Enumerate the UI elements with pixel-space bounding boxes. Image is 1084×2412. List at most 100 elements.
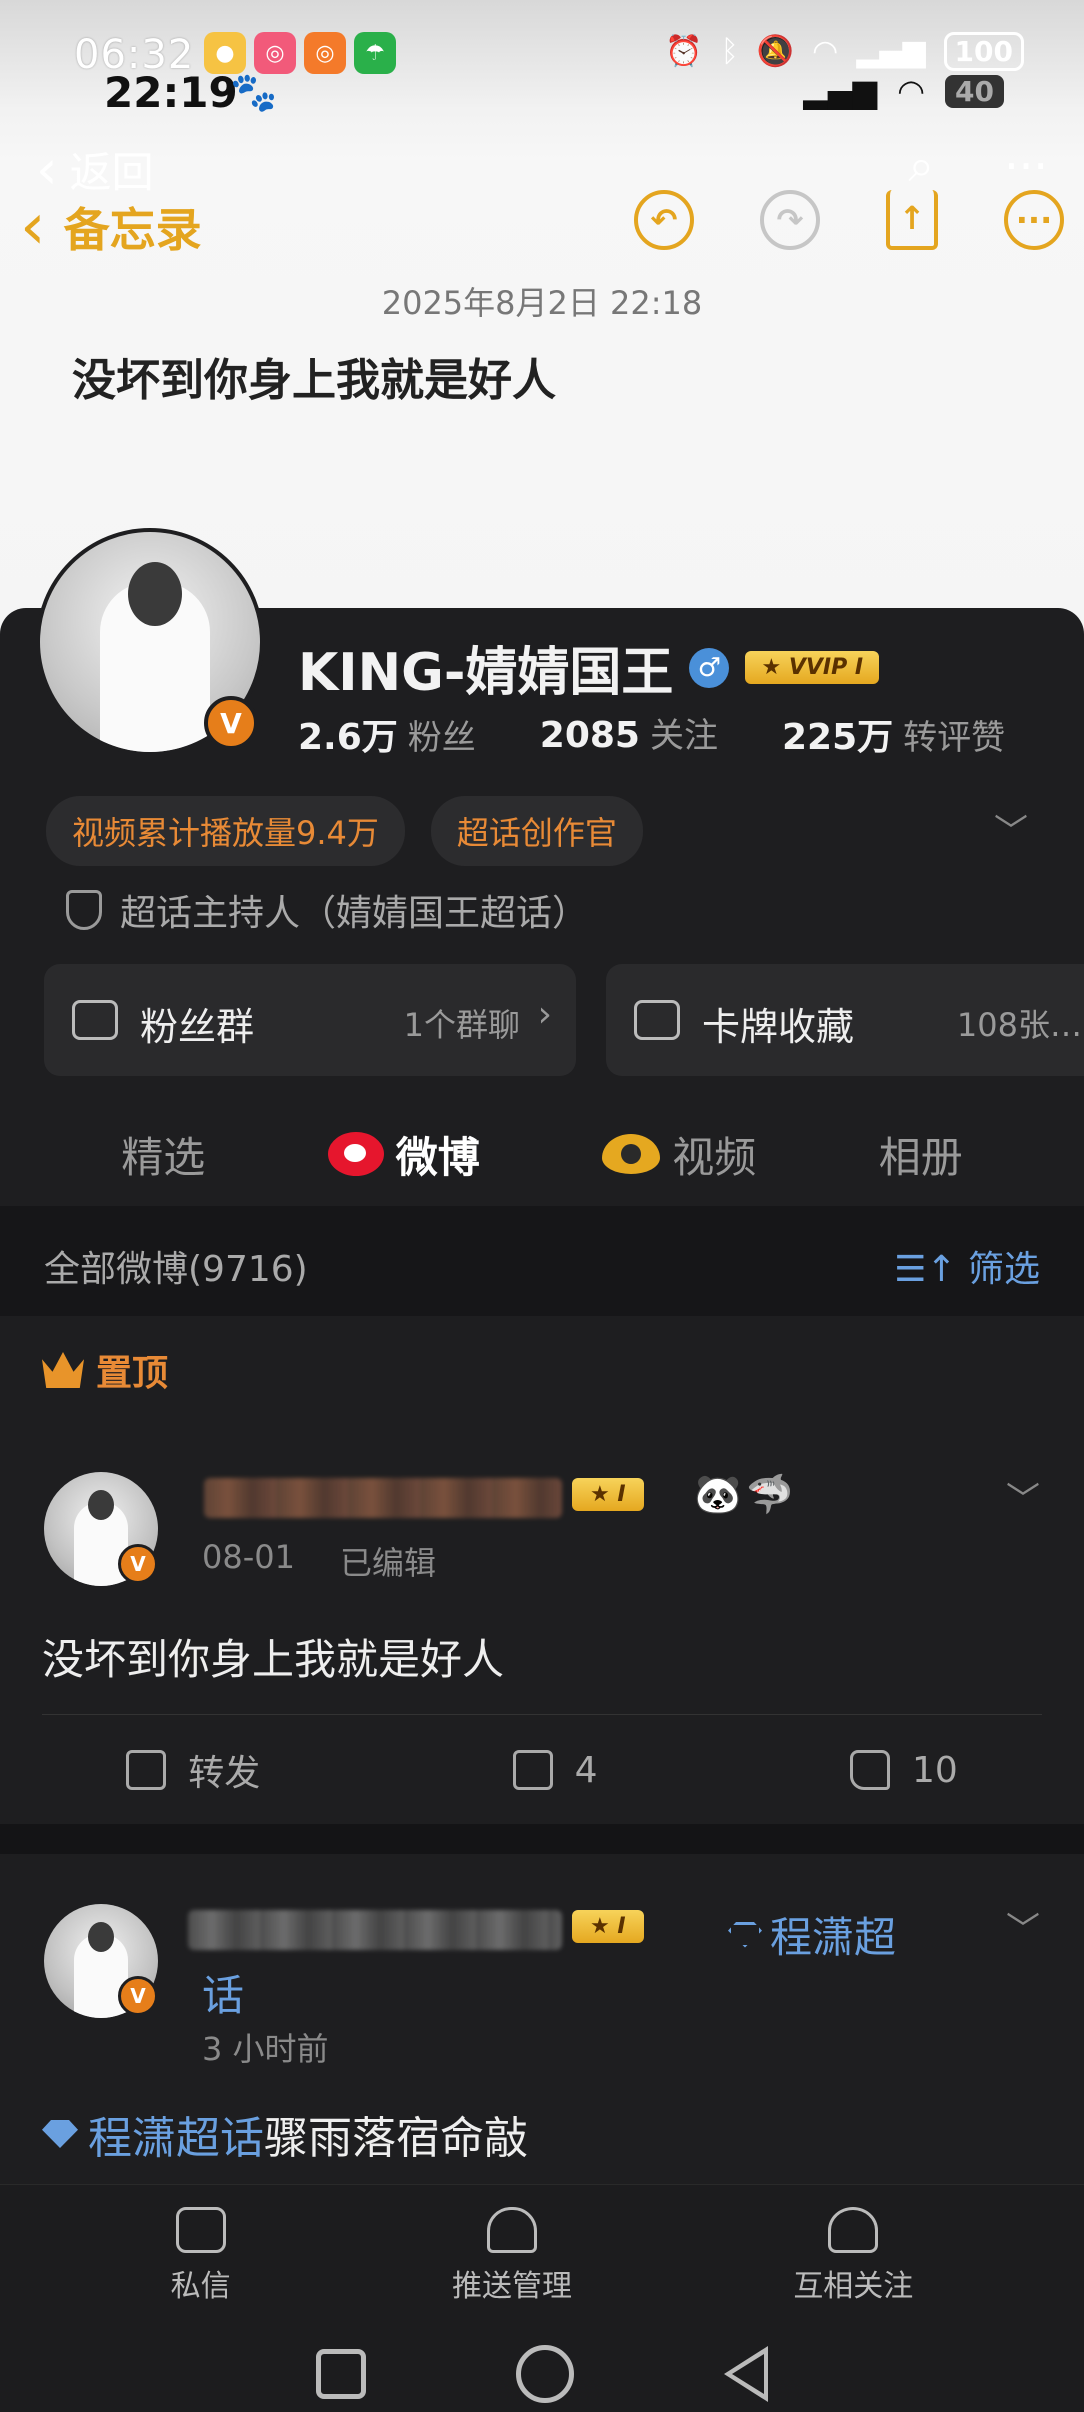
fan-group-card[interactable]: 粉丝群 1个群聊 › bbox=[44, 964, 576, 1076]
bottom-nav: 私信 推送管理 互相关注 bbox=[0, 2207, 1084, 2305]
weibo-icon bbox=[327, 1132, 384, 1176]
post-separator bbox=[0, 1824, 1084, 1854]
repost-icon bbox=[126, 1750, 167, 1790]
alarm-icon: ⏰ bbox=[665, 34, 703, 69]
mutual-follow-icon bbox=[828, 2207, 879, 2253]
paw-icon: 🐾 bbox=[230, 70, 278, 114]
status-indicators-second: ▂▄▆ ◠ 40 bbox=[803, 72, 1004, 110]
post-text: 程潇超话 骤雨落宿命敲 bbox=[42, 2102, 528, 2166]
profile-name: KING-婧婧国王 bbox=[298, 643, 674, 703]
chevron-right-icon: › bbox=[537, 994, 552, 1035]
group-icon bbox=[72, 1000, 118, 1040]
status-bar-second: 22:19 🐾 ▂▄▆ ◠ 40 bbox=[104, 68, 1004, 118]
battery-indicator: 100 bbox=[943, 32, 1024, 71]
tab-album[interactable]: 相册 bbox=[879, 1124, 963, 1185]
member-level-badge: ★ I bbox=[572, 1910, 644, 1943]
battery-indicator: 40 bbox=[945, 74, 1004, 108]
supertopic-host[interactable]: 超话主持人（婧婧国王超话） bbox=[66, 884, 588, 936]
wifi-icon: ◠ bbox=[897, 72, 926, 110]
system-nav-bar bbox=[0, 2345, 1084, 2403]
repost-button[interactable]: 转发 bbox=[126, 1744, 260, 1796]
messages-button[interactable]: 私信 bbox=[171, 2207, 231, 2305]
feed-count-title: 全部微博(9716) bbox=[44, 1249, 308, 1290]
back-nav-button[interactable] bbox=[724, 2346, 768, 2402]
card-collection-card[interactable]: 卡牌收藏 108张… › bbox=[606, 964, 1084, 1076]
tag-video-plays[interactable]: 视频累计播放量9.4万 bbox=[46, 796, 405, 866]
signal-icon: ▂▄▆ bbox=[856, 34, 926, 69]
verified-badge-icon: V bbox=[118, 1976, 158, 2016]
search-icon[interactable]: ⌕ bbox=[908, 138, 934, 194]
pinned-post[interactable]: 置顶 V ★ I 🐼 🦈 ﹀ 08-01 已编辑 没坏到你身上我就是好人 转发 … bbox=[0, 1316, 1084, 1824]
filter-button[interactable]: ☰↑ 筛选 bbox=[894, 1240, 1040, 1292]
blurred-username[interactable] bbox=[204, 1478, 562, 1518]
memo-date: 2025年8月2日 22:18 bbox=[381, 284, 703, 322]
host-text: 超话主持人（婧婧国王超话） bbox=[120, 893, 589, 934]
profile-header: V KING-婧婧国王 ♂ ★ VVIP I 2.6万 粉丝 2085 关注 225… bbox=[0, 528, 1084, 1223]
profile-cards: 粉丝群 1个群聊 › 卡牌收藏 108张… › bbox=[44, 964, 1084, 1076]
video-icon bbox=[602, 1134, 661, 1174]
tab-video[interactable]: 视频 bbox=[602, 1124, 756, 1185]
recents-button[interactable] bbox=[316, 2349, 366, 2399]
stat-following[interactable]: 2085 关注 bbox=[540, 708, 718, 760]
blurred-username[interactable] bbox=[188, 1910, 562, 1950]
mute-icon: 🔕 bbox=[756, 34, 795, 69]
bottom-bar: 私信 推送管理 互相关注 bbox=[0, 2184, 1084, 2412]
more-options-icon[interactable]: ··· bbox=[1004, 190, 1064, 250]
profile-name-row: KING-婧婧国王 ♂ ★ VVIP I bbox=[298, 630, 880, 705]
topic-inline-link[interactable]: 程潇超话 bbox=[88, 2102, 264, 2166]
card-title: 卡牌收藏 bbox=[702, 1005, 855, 1049]
shield-icon bbox=[66, 890, 102, 930]
memo-back-button[interactable]: ‹ 备忘录 bbox=[20, 190, 202, 264]
tab-weibo[interactable]: 微博 bbox=[327, 1124, 480, 1223]
memo-toolbar: ‹ 备忘录 ↶ ↷ ↑ ··· bbox=[20, 190, 1064, 270]
like-button[interactable]: 10 bbox=[849, 1750, 958, 1791]
signal-icon: ▂▄▆ bbox=[803, 72, 878, 110]
message-icon bbox=[175, 2207, 226, 2253]
share-icon[interactable]: ↑ bbox=[886, 190, 938, 250]
stat-interactions[interactable]: 225万 转评赞 bbox=[782, 708, 1005, 760]
supertopic-link[interactable]: 程潇超 bbox=[728, 1904, 896, 1965]
pinned-label: 置顶 bbox=[42, 1344, 168, 1396]
redo-icon[interactable]: ↷ bbox=[760, 190, 820, 250]
memo-back-label: 备忘录 bbox=[63, 203, 202, 257]
verified-badge-icon: V bbox=[118, 1544, 158, 1584]
chevron-down-icon[interactable]: ﹀ bbox=[1006, 1902, 1040, 1951]
comment-icon bbox=[512, 1750, 553, 1790]
vvip-badge[interactable]: ★ VVIP I bbox=[745, 651, 880, 684]
push-management-button[interactable]: 推送管理 bbox=[452, 2207, 572, 2305]
wifi-icon: ◠ bbox=[812, 34, 839, 69]
mutual-follow-button[interactable]: 互相关注 bbox=[793, 2207, 913, 2305]
chevron-down-icon[interactable]: ﹀ bbox=[994, 804, 1028, 853]
divider bbox=[42, 1714, 1042, 1715]
more-icon[interactable]: ··· bbox=[1004, 139, 1048, 193]
profile-tags: 视频累计播放量9.4万 超话创作官 bbox=[46, 796, 643, 866]
status-indicators: ⏰ ᛒ 🔕 ◠ ▂▄▆ 100 bbox=[665, 32, 1024, 71]
diamond-icon bbox=[728, 1921, 762, 1948]
post-time: 3 小时前 bbox=[202, 2030, 329, 2068]
stat-followers[interactable]: 2.6万 粉丝 bbox=[298, 708, 476, 760]
post-edited: 已编辑 bbox=[340, 1544, 437, 1582]
memo-text: 没坏到你身上我就是好人 bbox=[72, 355, 556, 406]
comment-button[interactable]: 4 bbox=[512, 1750, 598, 1791]
post-date: 08-01 bbox=[202, 1538, 295, 1576]
chevron-left-icon: ‹ bbox=[20, 190, 46, 264]
diamond-icon bbox=[42, 2120, 78, 2148]
card-title: 粉丝群 bbox=[140, 1005, 255, 1049]
post-text-rest: 骤雨落宿命敲 bbox=[264, 2113, 528, 2164]
verified-badge-icon: V bbox=[204, 696, 258, 750]
profile-tabs: 精选 微博 视频 相册 bbox=[0, 1104, 1084, 1223]
panda-badge-icon: 🐼 bbox=[694, 1472, 742, 1516]
bluetooth-icon: ᛒ bbox=[720, 34, 739, 69]
post-actions: 转发 4 10 bbox=[0, 1730, 1084, 1810]
feed-filter-bar: 全部微博(9716) ☰↑ 筛选 bbox=[0, 1206, 1084, 1316]
card-icon bbox=[634, 1000, 680, 1040]
post-text: 没坏到你身上我就是好人 bbox=[42, 1635, 505, 1684]
supertopic-link-wrap[interactable]: 话 bbox=[202, 1962, 244, 2023]
undo-icon[interactable]: ↶ bbox=[634, 190, 694, 250]
chevron-down-icon[interactable]: ﹀ bbox=[1006, 1472, 1040, 1521]
post[interactable]: V ★ I 程潇超 话 ﹀ 3 小时前 程潇超话 骤雨落宿命敲 bbox=[0, 1854, 1084, 2184]
home-button[interactable] bbox=[516, 2345, 574, 2403]
tag-supertopic-creator[interactable]: 超话创作官 bbox=[430, 796, 643, 866]
tab-featured[interactable]: 精选 bbox=[121, 1124, 205, 1185]
crown-icon bbox=[42, 1352, 84, 1388]
